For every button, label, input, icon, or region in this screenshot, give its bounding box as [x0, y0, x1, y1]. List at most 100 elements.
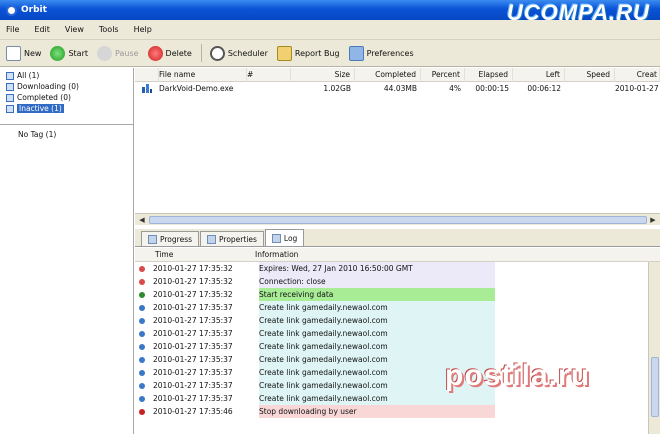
- log-status-icon: [135, 369, 149, 376]
- new-button[interactable]: New: [6, 45, 41, 61]
- folder-icon: [6, 82, 14, 91]
- log-row[interactable]: 2010-01-27 17:35:37 Create link gamedaily…: [135, 314, 660, 327]
- menu-view[interactable]: View: [65, 25, 84, 34]
- log-status-icon: [135, 278, 149, 285]
- pause-icon: [97, 45, 112, 61]
- log-message: Create link gamedaily.newaol.com: [259, 329, 388, 338]
- delete-icon: [147, 45, 163, 61]
- log-time: 2010-01-27 17:35:37: [153, 303, 233, 312]
- category-completed[interactable]: Completed (0): [0, 92, 133, 103]
- column-speed[interactable]: Speed: [565, 67, 615, 82]
- log-message: Start receiving data: [259, 290, 334, 299]
- log-time: 2010-01-27 17:35:37: [153, 316, 233, 325]
- properties-icon: [207, 234, 217, 244]
- log-time: 2010-01-27 17:35:37: [153, 368, 233, 377]
- watermark-bottom: postila.ru: [445, 359, 591, 392]
- delete-button[interactable]: Delete: [147, 45, 192, 61]
- log-message: Create link gamedaily.newaol.com: [259, 303, 388, 312]
- log-row[interactable]: 2010-01-27 17:35:32 Connection: close: [135, 275, 660, 288]
- log-row[interactable]: 2010-01-27 17:35:37 Create link gamedaily…: [135, 327, 660, 340]
- menu-tools[interactable]: Tools: [99, 25, 119, 34]
- log-row[interactable]: 2010-01-27 17:35:37 Create link gamedaily…: [135, 301, 660, 314]
- log-status-icon: [135, 291, 149, 298]
- column-number[interactable]: #: [247, 67, 291, 82]
- log-row[interactable]: 2010-01-27 17:35:37 Create link gamedaily…: [135, 392, 660, 405]
- preferences-icon: [348, 45, 364, 61]
- tab-log[interactable]: Log: [264, 229, 305, 246]
- tab-progress[interactable]: Progress: [141, 231, 200, 246]
- scrollbar-thumb[interactable]: [149, 216, 647, 224]
- start-button[interactable]: Start: [50, 45, 88, 61]
- column-file-name[interactable]: File name: [159, 67, 247, 82]
- log-status-icon: [135, 317, 149, 324]
- play-icon: [50, 45, 66, 61]
- pause-button[interactable]: Pause: [97, 45, 139, 61]
- menu-file[interactable]: File: [6, 25, 19, 34]
- column-information[interactable]: Information: [255, 250, 298, 259]
- report-bug-icon: [276, 45, 292, 61]
- download-row[interactable]: DarkVoid-Demo.exe 1.02GB 44.03MB 4% 00:0…: [135, 82, 660, 95]
- tab-properties[interactable]: Properties: [200, 231, 264, 246]
- window-title: Orbit: [21, 5, 47, 15]
- column-left[interactable]: Left: [513, 67, 565, 82]
- category-all[interactable]: All (1): [0, 70, 133, 81]
- log-message: Stop downloading by user: [259, 407, 357, 416]
- log-message: Connection: close: [259, 277, 326, 286]
- vertical-scrollbar[interactable]: [648, 262, 660, 434]
- log-status-icon: [135, 304, 149, 311]
- toolbar-separator: [200, 44, 202, 62]
- horizontal-scrollbar[interactable]: ◀ ▶: [135, 213, 660, 225]
- folder-icon: [6, 93, 14, 102]
- log-status-icon: [135, 356, 149, 363]
- column-created[interactable]: Creat: [615, 67, 660, 82]
- sidebar: All (1) Downloading (0) Completed (0) In…: [0, 68, 134, 434]
- log-time: 2010-01-27 17:35:37: [153, 355, 233, 364]
- log-message: Create link gamedaily.newaol.com: [259, 342, 388, 351]
- download-list: File name # Size Completed Percent Elaps…: [135, 67, 660, 228]
- category-downloading[interactable]: Downloading (0): [0, 81, 133, 92]
- progress-icon: [148, 234, 157, 244]
- log-status-icon: [135, 265, 149, 272]
- menu-bar: File Edit View Tools Help: [0, 20, 660, 40]
- log-row[interactable]: 2010-01-27 17:35:37 Create link gamedaily…: [135, 340, 660, 353]
- new-document-icon: [6, 45, 21, 61]
- log-row[interactable]: 2010-01-27 17:35:46 Stop downloading by u…: [135, 405, 660, 418]
- log-panel: Time Information 2010-01-27 17:35:32 Expi…: [135, 248, 660, 434]
- log-status-icon: [135, 395, 149, 402]
- log-time: 2010-01-27 17:35:37: [153, 381, 233, 390]
- preferences-button[interactable]: Preferences: [348, 45, 414, 61]
- column-time[interactable]: Time: [135, 250, 255, 259]
- app-icon: [6, 4, 17, 16]
- log-time: 2010-01-27 17:35:37: [153, 342, 233, 351]
- column-completed[interactable]: Completed: [355, 67, 421, 82]
- log-row[interactable]: 2010-01-27 17:35:32 Expires: Wed, 27 Jan …: [135, 262, 660, 275]
- toolbar: New Start Pause Delete Scheduler Report …: [0, 40, 660, 67]
- log-time: 2010-01-27 17:35:37: [153, 329, 233, 338]
- log-icon: [271, 233, 281, 243]
- log-time: 2010-01-27 17:35:32: [153, 290, 233, 299]
- log-time: 2010-01-27 17:35:32: [153, 264, 233, 273]
- log-time: 2010-01-27 17:35:32: [153, 277, 233, 286]
- scheduler-button[interactable]: Scheduler: [209, 45, 268, 61]
- column-elapsed[interactable]: Elapsed: [465, 67, 513, 82]
- log-header: Time Information: [135, 248, 660, 262]
- log-message: Create link gamedaily.newaol.com: [259, 316, 388, 325]
- category-inactive[interactable]: Inactive (1): [0, 103, 133, 114]
- menu-help[interactable]: Help: [134, 25, 152, 34]
- scroll-right-icon[interactable]: ▶: [648, 215, 658, 225]
- column-percent[interactable]: Percent: [421, 67, 465, 82]
- log-rows: 2010-01-27 17:35:32 Expires: Wed, 27 Jan …: [135, 262, 660, 418]
- scrollbar-thumb[interactable]: [651, 357, 659, 417]
- menu-edit[interactable]: Edit: [34, 25, 50, 34]
- scroll-left-icon[interactable]: ◀: [137, 215, 147, 225]
- log-status-icon: [135, 343, 149, 350]
- folder-icon: [6, 71, 14, 80]
- log-status-icon: [135, 382, 149, 389]
- tag-no-tag[interactable]: No Tag (1): [18, 130, 56, 139]
- column-size[interactable]: Size: [291, 67, 355, 82]
- download-list-header: File name # Size Completed Percent Elaps…: [135, 67, 660, 82]
- log-row[interactable]: 2010-01-27 17:35:32 Start receiving data: [135, 288, 660, 301]
- report-bug-button[interactable]: Report Bug: [276, 45, 340, 61]
- log-status-icon: [135, 330, 149, 337]
- log-time: 2010-01-27 17:35:46: [153, 407, 233, 416]
